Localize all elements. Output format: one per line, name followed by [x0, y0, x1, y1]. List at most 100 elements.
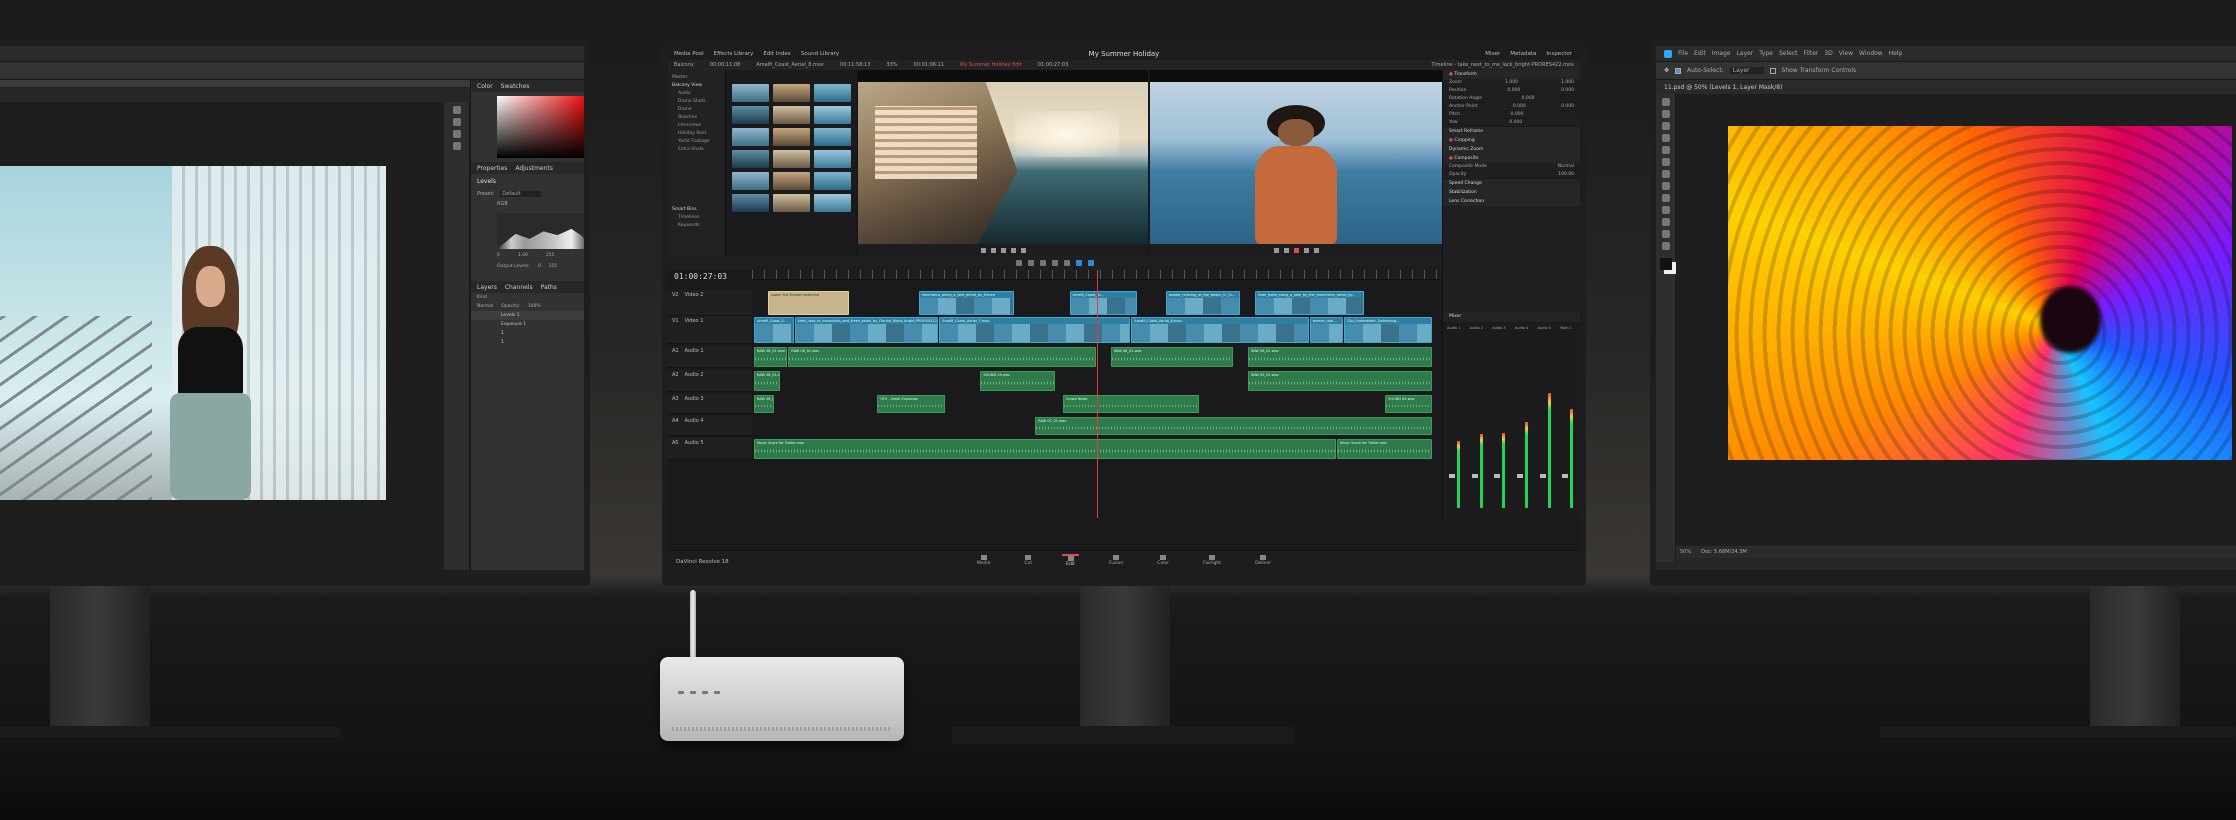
- zoom-icon[interactable]: [1661, 242, 1670, 250]
- tab-paths[interactable]: Paths: [541, 284, 557, 291]
- ps-logo-icon[interactable]: [1664, 49, 1672, 58]
- media-thumbnail[interactable]: [814, 128, 851, 146]
- video-clip[interactable]: Lower 3rd Simple Underline: [767, 291, 850, 315]
- tool-icon[interactable]: [452, 142, 461, 150]
- color-tabs[interactable]: Color Swatches: [471, 80, 584, 92]
- page-fairlight[interactable]: Fairlight: [1199, 555, 1225, 566]
- audio-clip[interactable]: SFX - Small Explosion: [877, 395, 946, 413]
- audio-clip[interactable]: RAW 06_01.wav: [1110, 347, 1234, 367]
- pen-icon[interactable]: [1661, 206, 1670, 214]
- video-clip[interactable]: people_relaxing_at_the_beach_in_Gr...: [1165, 291, 1241, 315]
- crop-icon[interactable]: [1661, 134, 1670, 142]
- tab-swatches[interactable]: Swatches: [501, 83, 530, 90]
- track-header-v2[interactable]: V2 Video 2: [668, 290, 752, 316]
- page-cut[interactable]: Cut: [1020, 555, 1036, 566]
- blend-mode-select[interactable]: Normal: [477, 304, 493, 309]
- link-icon[interactable]: [1064, 260, 1070, 266]
- inspector-section[interactable]: Composite: [1443, 154, 1580, 163]
- tool-icon[interactable]: [452, 118, 461, 126]
- media-thumbnail[interactable]: [732, 172, 769, 190]
- track-header-v1[interactable]: V1 Video 1: [668, 316, 752, 344]
- video-clip[interactable]: take_next_to_mountains_and_trees_aerial_…: [795, 317, 939, 343]
- media-thumbnail[interactable]: [773, 128, 810, 146]
- source-transport[interactable]: [858, 244, 1148, 256]
- video-clip[interactable]: mountains_along_a_lake_aerial_by_france: [918, 291, 1014, 315]
- program-transport[interactable]: [1150, 244, 1442, 256]
- properties-tabs[interactable]: Properties Adjustments: [471, 162, 584, 174]
- media-thumbnail[interactable]: [773, 194, 810, 212]
- type-icon[interactable]: [1661, 218, 1670, 226]
- inspector-section[interactable]: Speed Change: [1443, 179, 1580, 188]
- bin-item[interactable]: Yacht Footage: [672, 138, 721, 146]
- inspector-value-y[interactable]: 0.000: [1561, 103, 1574, 110]
- video-clip[interactable]: Amalfi_Coast_Sc...: [1069, 291, 1138, 315]
- channel-fader[interactable]: [1494, 474, 1501, 478]
- source-viewer[interactable]: [858, 70, 1148, 256]
- document-tab[interactable]: 11.psd @ 50% (Levels 1, Layer Mask/8): [1656, 80, 2236, 94]
- audio-clip[interactable]: RAW 07_01.wav: [1035, 417, 1433, 435]
- program-viewer[interactable]: [1150, 70, 1442, 256]
- layers-tabs[interactable]: Layers Channels Paths: [471, 281, 584, 293]
- move-tool-icon[interactable]: ✥: [1664, 67, 1669, 74]
- page-media[interactable]: Media: [973, 555, 995, 566]
- menu-image[interactable]: Image: [1712, 50, 1731, 57]
- audio-clip[interactable]: Music Score for Trailer.mov: [1337, 439, 1433, 459]
- channel-select[interactable]: RGB: [471, 199, 584, 209]
- menu-filter[interactable]: Filter: [1804, 50, 1819, 57]
- right-canvas[interactable]: [1676, 94, 2236, 546]
- menu-view[interactable]: View: [1839, 50, 1853, 57]
- smart-bin-item[interactable]: Keywords: [672, 222, 721, 230]
- input-levels[interactable]: 0 1.00 255: [471, 251, 584, 260]
- layers-filter[interactable]: Kind: [471, 293, 584, 302]
- video-clip[interactable]: Amalfi_Coast_Aerial_7.mov: [939, 317, 1131, 343]
- inspector-value-x[interactable]: 0.000: [1507, 87, 1520, 94]
- track-header-a5[interactable]: A5 Audio 5: [668, 438, 752, 460]
- menu-type[interactable]: Type: [1759, 50, 1773, 57]
- media-thumbnail[interactable]: [814, 106, 851, 124]
- audio-clip[interactable]: RAW 06_01.wav: [754, 347, 788, 367]
- media-thumbnail[interactable]: [773, 172, 810, 190]
- composite-mode-value[interactable]: Normal: [1558, 163, 1574, 170]
- inspector-value-y[interactable]: 1.000: [1561, 79, 1574, 86]
- inspector-section[interactable]: Cropping: [1443, 136, 1580, 145]
- inspector-section[interactable]: Dynamic Zoom: [1443, 145, 1580, 154]
- timeline-name[interactable]: My Summer Holiday Edit: [960, 62, 1022, 68]
- opacity-value[interactable]: 100.00: [1558, 171, 1574, 178]
- channel-fader[interactable]: [1471, 474, 1478, 478]
- inspector-section[interactable]: Transform: [1443, 70, 1580, 79]
- media-thumbnail[interactable]: [732, 128, 769, 146]
- page-edit[interactable]: Edit: [1062, 554, 1079, 567]
- inspector-value-x[interactable]: 0.000: [1509, 119, 1522, 126]
- media-thumbnail[interactable]: [732, 194, 769, 212]
- menu-help[interactable]: Help: [1889, 50, 1903, 57]
- tab-channels[interactable]: Channels: [505, 284, 533, 291]
- audio-clip[interactable]: RAW 06_01.wav: [754, 395, 774, 413]
- auto-select-dropdown[interactable]: Layer: [1729, 67, 1764, 74]
- media-thumbnail[interactable]: [773, 106, 810, 124]
- left-tools-column[interactable]: [444, 102, 470, 570]
- tool-icon[interactable]: [452, 130, 461, 138]
- track-header-a4[interactable]: A4 Audio 4: [668, 416, 752, 436]
- menu-edit[interactable]: Edit: [1694, 50, 1706, 57]
- video-clip[interactable]: woman_wal...: [1309, 317, 1343, 343]
- media-thumbnail[interactable]: [732, 106, 769, 124]
- opacity-field[interactable]: 100%: [528, 304, 541, 309]
- blade-icon[interactable]: [1040, 260, 1046, 266]
- track-header-a1[interactable]: A1 Audio 1: [668, 346, 752, 368]
- audio-clip[interactable]: RAW 06_01.wav: [1247, 347, 1433, 367]
- bin-item[interactable]: Extra Shots: [672, 146, 721, 154]
- inspector-section[interactable]: Lens Correction: [1443, 197, 1580, 206]
- bin-item[interactable]: Holiday Reel: [672, 130, 721, 138]
- eraser-icon[interactable]: [1661, 182, 1670, 190]
- video-clip[interactable]: Amalfi_Coast_S...: [754, 317, 795, 343]
- flag-icon[interactable]: [1076, 260, 1082, 266]
- menu-select[interactable]: Select: [1779, 50, 1798, 57]
- inspector-value-x[interactable]: 0.000: [1511, 111, 1524, 118]
- audio-clip[interactable]: RAW 05_01.wav: [1247, 371, 1433, 391]
- menu-file[interactable]: File: [1678, 50, 1688, 57]
- auto-select-checkbox[interactable]: [1675, 67, 1682, 74]
- bin-item[interactable]: Drone: [672, 106, 721, 114]
- video-clip[interactable]: Gran_hotel_along_a_lake_by_the_mountains…: [1254, 291, 1364, 315]
- track-header-a3[interactable]: A3 Audio 3: [668, 394, 752, 414]
- track-header-a2[interactable]: A2 Audio 2: [668, 370, 752, 392]
